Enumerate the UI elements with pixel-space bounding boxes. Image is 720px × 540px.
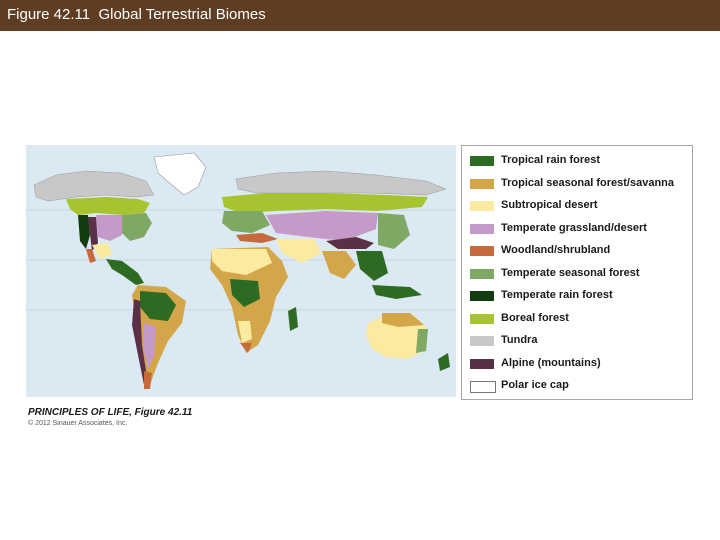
legend-label: Tropical seasonal forest/savanna xyxy=(501,176,675,189)
antarctica-ice xyxy=(26,397,456,401)
title-bar: Figure 42.11 Global Terrestrial Biomes xyxy=(0,0,720,31)
legend-swatch xyxy=(470,223,494,234)
legend-item: Tropical seasonal forest/savanna xyxy=(470,177,692,191)
legend-label: Tropical rain forest xyxy=(501,154,601,166)
legend-swatch xyxy=(470,291,494,301)
legend-item: Woodland/shrubland xyxy=(470,244,692,258)
na-boreal xyxy=(66,197,150,215)
legend-item: Tropical rain forest xyxy=(470,154,692,168)
legend-item: Alpine (mountains) xyxy=(470,357,692,371)
legend-item: Boreal forest xyxy=(470,312,692,326)
legend-label: Polar ice cap xyxy=(501,379,569,391)
legend-label: Subtropical desert xyxy=(501,199,598,211)
legend-swatch xyxy=(470,381,496,393)
legend-swatch xyxy=(470,201,494,211)
legend-swatch xyxy=(470,336,494,346)
legend-label: Alpine (mountains) xyxy=(501,356,601,369)
legend-item: Temperate grassland/desert xyxy=(470,222,692,236)
legend-label: Temperate seasonal forest xyxy=(501,266,640,279)
legend-item: Tundra xyxy=(470,334,692,348)
legend-swatch xyxy=(470,313,494,324)
legend-swatch xyxy=(470,178,494,189)
legend-swatch xyxy=(470,156,494,166)
biome-map xyxy=(26,145,456,401)
legend-item: Polar ice cap xyxy=(470,379,692,393)
legend-item: Temperate seasonal forest xyxy=(470,267,692,281)
legend-label: Tundra xyxy=(501,334,538,346)
legend-item: Subtropical desert xyxy=(470,199,692,213)
legend-label: Boreal forest xyxy=(501,311,569,324)
legend-label: Temperate rain forest xyxy=(501,289,613,301)
legend-swatch xyxy=(470,358,494,369)
copyright-notice: © 2012 Sinauer Associates, Inc. xyxy=(28,420,128,427)
legend-swatch xyxy=(470,268,494,279)
slide-title: Figure 42.11 Global Terrestrial Biomes xyxy=(7,6,266,23)
legend-swatch xyxy=(470,246,494,256)
figure-credit: PRINCIPLES OF LIFE, Figure 42.11 xyxy=(28,407,193,418)
legend-label: Woodland/shrubland xyxy=(501,244,611,256)
world-map-svg xyxy=(26,145,456,401)
legend-label: Temperate grassland/desert xyxy=(501,221,647,234)
biome-legend: Tropical rain forest Tropical seasonal fo… xyxy=(461,145,693,400)
legend-item: Temperate rain forest xyxy=(470,289,692,303)
